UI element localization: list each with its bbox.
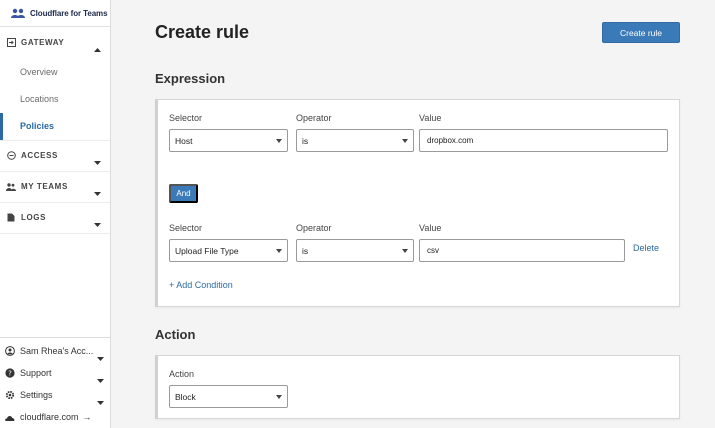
value-input[interactable]: csv (419, 239, 625, 262)
chevron-down-icon (94, 184, 101, 202)
brand-name: Cloudflare for Teams (30, 8, 108, 18)
cloudflare-link-label: cloudflare.com (20, 412, 79, 422)
selector-value: Upload File Type (175, 245, 239, 256)
page-title: Create rule (155, 22, 250, 42)
svg-text:?: ? (8, 370, 12, 378)
expression-heading: Expression (155, 71, 226, 86)
sidebar-item-locations[interactable]: Locations (0, 86, 110, 114)
main-content: Create rule Create rule Expression Selec… (111, 0, 715, 428)
selector-value: Host (175, 135, 193, 146)
help-icon: ? (5, 368, 15, 378)
selector-label: Selector (169, 113, 203, 123)
cloud-icon (5, 412, 15, 422)
arrow-right-icon: → (82, 412, 92, 422)
sidebar-item-policies[interactable]: Policies (0, 113, 110, 141)
access-icon (6, 151, 16, 161)
operator-label: Operator (296, 113, 332, 123)
value-label: Value (419, 113, 442, 123)
sidebar-section-label: LOGS (21, 213, 47, 222)
sidebar-item-overview[interactable]: Overview (0, 58, 110, 86)
settings-label: Settings (20, 390, 53, 400)
sidebar-footer: Sam Rhea's Acc... ? Support Settings clo… (0, 337, 110, 428)
gear-icon (5, 390, 15, 400)
value-label: Value (419, 223, 442, 233)
action-value: Block (175, 391, 196, 402)
teams-logo-icon (11, 7, 25, 19)
caret-down-icon (402, 139, 408, 143)
selector-dropdown[interactable]: Host (169, 129, 288, 152)
caret-down-icon (402, 249, 408, 253)
settings-menu[interactable]: Settings (0, 384, 110, 406)
action-heading: Action (155, 327, 196, 342)
chevron-down-icon (94, 215, 101, 233)
sidebar-section-label: GATEWAY (21, 38, 65, 47)
user-icon (5, 346, 15, 356)
sidebar-section-access[interactable]: ACCESS (0, 141, 110, 172)
expression-card: Selector Operator Value Host is dropbox.… (155, 99, 680, 307)
caret-down-icon (276, 249, 282, 253)
action-card: Action Block (155, 355, 680, 419)
sidebar-section-logs[interactable]: LOGS (0, 203, 110, 234)
chevron-down-icon (94, 153, 101, 171)
create-rule-button[interactable]: Create rule (602, 22, 680, 43)
and-button[interactable]: And (169, 184, 198, 203)
sidebar-section-label: ACCESS (21, 151, 58, 160)
account-name: Sam Rhea's Acc... (20, 346, 94, 356)
selector-label: Selector (169, 223, 203, 233)
gateway-icon (6, 38, 16, 48)
operator-value: is (302, 245, 309, 256)
delete-condition-link[interactable]: Delete (633, 243, 659, 253)
operator-dropdown[interactable]: is (296, 129, 414, 152)
cloudflare-link[interactable]: cloudflare.com → (0, 406, 110, 428)
sidebar-section-my-teams[interactable]: MY TEAMS (0, 172, 110, 203)
caret-down-icon (276, 139, 282, 143)
add-condition-link[interactable]: + Add Condition (169, 280, 233, 290)
account-menu[interactable]: Sam Rhea's Acc... (0, 340, 110, 362)
support-label: Support (20, 368, 52, 378)
value-input[interactable]: dropbox.com (419, 129, 668, 152)
operator-label: Operator (296, 223, 332, 233)
document-icon (6, 213, 16, 223)
caret-down-icon (276, 395, 282, 399)
chevron-up-icon (94, 39, 101, 57)
people-icon (6, 182, 16, 192)
operator-dropdown[interactable]: is (296, 239, 414, 262)
brand[interactable]: Cloudflare for Teams (0, 0, 110, 27)
action-dropdown[interactable]: Block (169, 385, 288, 408)
action-label: Action (169, 369, 195, 379)
sidebar-section-gateway[interactable]: GATEWAY (0, 27, 110, 58)
support-menu[interactable]: ? Support (0, 362, 110, 384)
operator-value: is (302, 135, 309, 146)
sidebar-section-label: MY TEAMS (21, 182, 68, 191)
selector-dropdown[interactable]: Upload File Type (169, 239, 288, 262)
sidebar: Cloudflare for Teams GATEWAY Overview Lo… (0, 0, 111, 428)
